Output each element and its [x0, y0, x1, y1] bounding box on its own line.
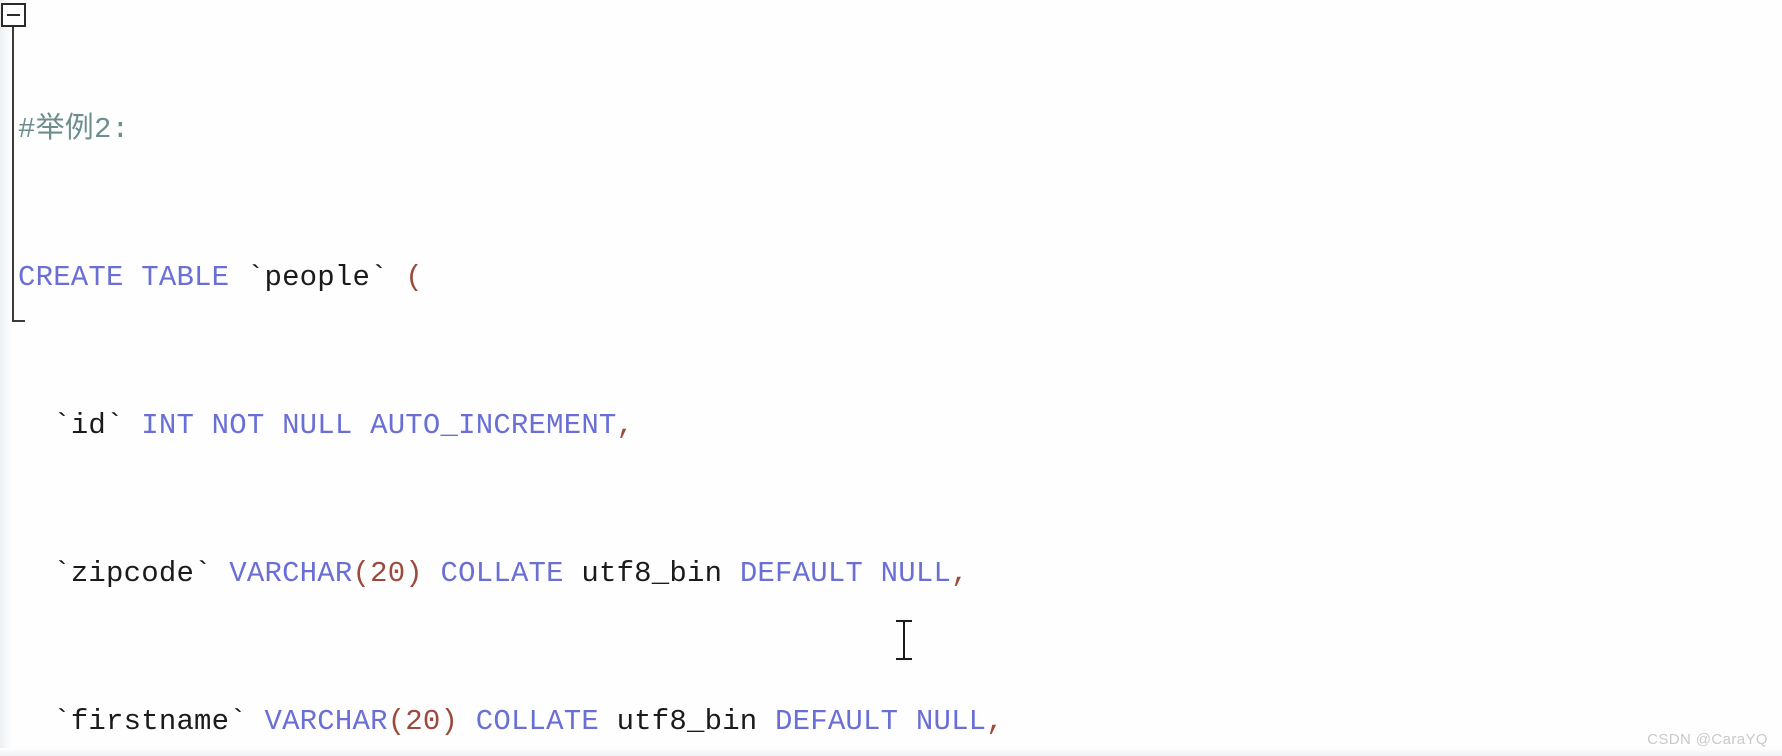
- default-value-firstname: NULL: [915, 705, 987, 738]
- ibeam-bottom-cap: [896, 658, 912, 660]
- column-size-firstname: (20): [387, 705, 459, 738]
- keyword-table: TABLE: [141, 261, 230, 294]
- column-type-zipcode: VARCHAR: [229, 557, 353, 590]
- collation-firstname: utf8_bin: [616, 705, 758, 738]
- code-line-column-firstname: `firstname` VARCHAR(20) COLLATE utf8_bin…: [18, 703, 1778, 740]
- column-name-id: `id`: [53, 409, 124, 442]
- watermark-text: CSDN @CaraYQ: [1647, 731, 1768, 748]
- column-trailing-id: ,: [616, 409, 635, 442]
- keyword-collate-firstname: COLLATE: [475, 705, 599, 738]
- column-trailing-zipcode: ,: [951, 557, 969, 590]
- fold-region-line: [12, 27, 14, 322]
- column-name-firstname: `firstname`: [53, 705, 247, 738]
- code-line-create-table: CREATE TABLE `people` (: [18, 259, 1778, 296]
- open-paren-create: (: [405, 261, 423, 294]
- sql-comment: #举例2:: [18, 113, 130, 146]
- sql-editor-screenshot: #举例2: CREATE TABLE `people` ( `id` INT N…: [0, 0, 1782, 756]
- collation-zipcode: utf8_bin: [581, 557, 723, 590]
- keyword-collate-zipcode: COLLATE: [440, 557, 564, 590]
- code-line-column-zipcode: `zipcode` VARCHAR(20) COLLATE utf8_bin D…: [18, 555, 1778, 592]
- default-value-zipcode: NULL: [880, 557, 952, 590]
- column-name-zipcode: `zipcode`: [53, 557, 212, 590]
- column-size-zipcode: (20): [352, 557, 423, 590]
- code-line-column-id: `id` INT NOT NULL AUTO_INCREMENT,: [18, 407, 1778, 444]
- keyword-create: CREATE: [18, 261, 124, 294]
- column-type-firstname: VARCHAR: [264, 705, 388, 738]
- text-cursor-ibeam: [896, 618, 912, 662]
- ibeam-stem: [903, 622, 905, 658]
- keyword-default-zipcode: DEFAULT: [739, 557, 864, 590]
- column-type-id: INT: [141, 409, 195, 442]
- code-line-comment: #举例2:: [18, 111, 1778, 148]
- column-trailing-firstname: ,: [986, 705, 1004, 738]
- column-modifiers-id: NOT NULL AUTO_INCREMENT: [211, 409, 617, 442]
- table-name-create: `people`: [246, 261, 388, 294]
- keyword-default-firstname: DEFAULT: [775, 705, 899, 738]
